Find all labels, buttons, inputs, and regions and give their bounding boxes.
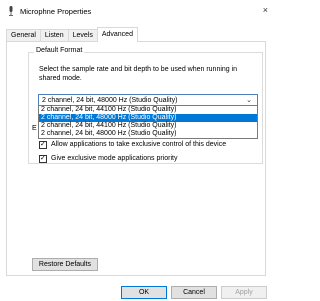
cancel-label: Cancel (183, 289, 205, 296)
sample-rate-selected-value: 2 channel, 24 bit, 48000 Hz (Studio Qual… (42, 97, 178, 104)
microphone-icon (9, 6, 13, 16)
ok-button[interactable]: OK (121, 286, 167, 299)
exclusive-priority-label: Give exclusive mode applications priorit… (51, 155, 178, 162)
cancel-button[interactable]: Cancel (171, 286, 217, 299)
chevron-down-icon: ⌄ (246, 97, 252, 104)
sample-rate-dropdown: 2 channel, 24 bit, 44100 Hz (Studio Qual… (38, 105, 258, 139)
dropdown-option[interactable]: 2 channel, 24 bit, 44100 Hz (Studio Qual… (39, 106, 257, 114)
apply-label: Apply (235, 289, 253, 296)
tab-advanced[interactable]: Advanced (96, 27, 138, 42)
ok-label: OK (138, 289, 150, 296)
dropdown-option[interactable]: 2 channel, 24 bit, 44100 Hz (Studio Qual… (39, 122, 257, 130)
restore-defaults-button[interactable]: Restore Defaults (32, 258, 98, 271)
default-format-description: Select the sample rate and bit depth to … (39, 66, 238, 82)
exclusive-priority-checkbox[interactable] (39, 154, 47, 163)
allow-exclusive-checkbox[interactable] (39, 140, 47, 149)
restore-defaults-label: Restore Defaults (38, 261, 92, 268)
title-bar: Microphne Properties × (0, 0, 270, 22)
allow-exclusive-label: Allow applications to take exclusive con… (51, 141, 227, 148)
dropdown-option[interactable]: 2 channel, 24 bit, 48000 Hz (Studio Qual… (39, 130, 257, 138)
close-button[interactable]: × (263, 5, 268, 15)
apply-button[interactable]: Apply (221, 286, 267, 299)
exclusive-mode-title: E (32, 125, 37, 132)
window-title: Microphne Properties (20, 7, 92, 16)
dropdown-option-selected[interactable]: 2 channel, 24 bit, 48000 Hz (Studio Qual… (39, 114, 257, 122)
default-format-title: Default Format (34, 47, 85, 54)
